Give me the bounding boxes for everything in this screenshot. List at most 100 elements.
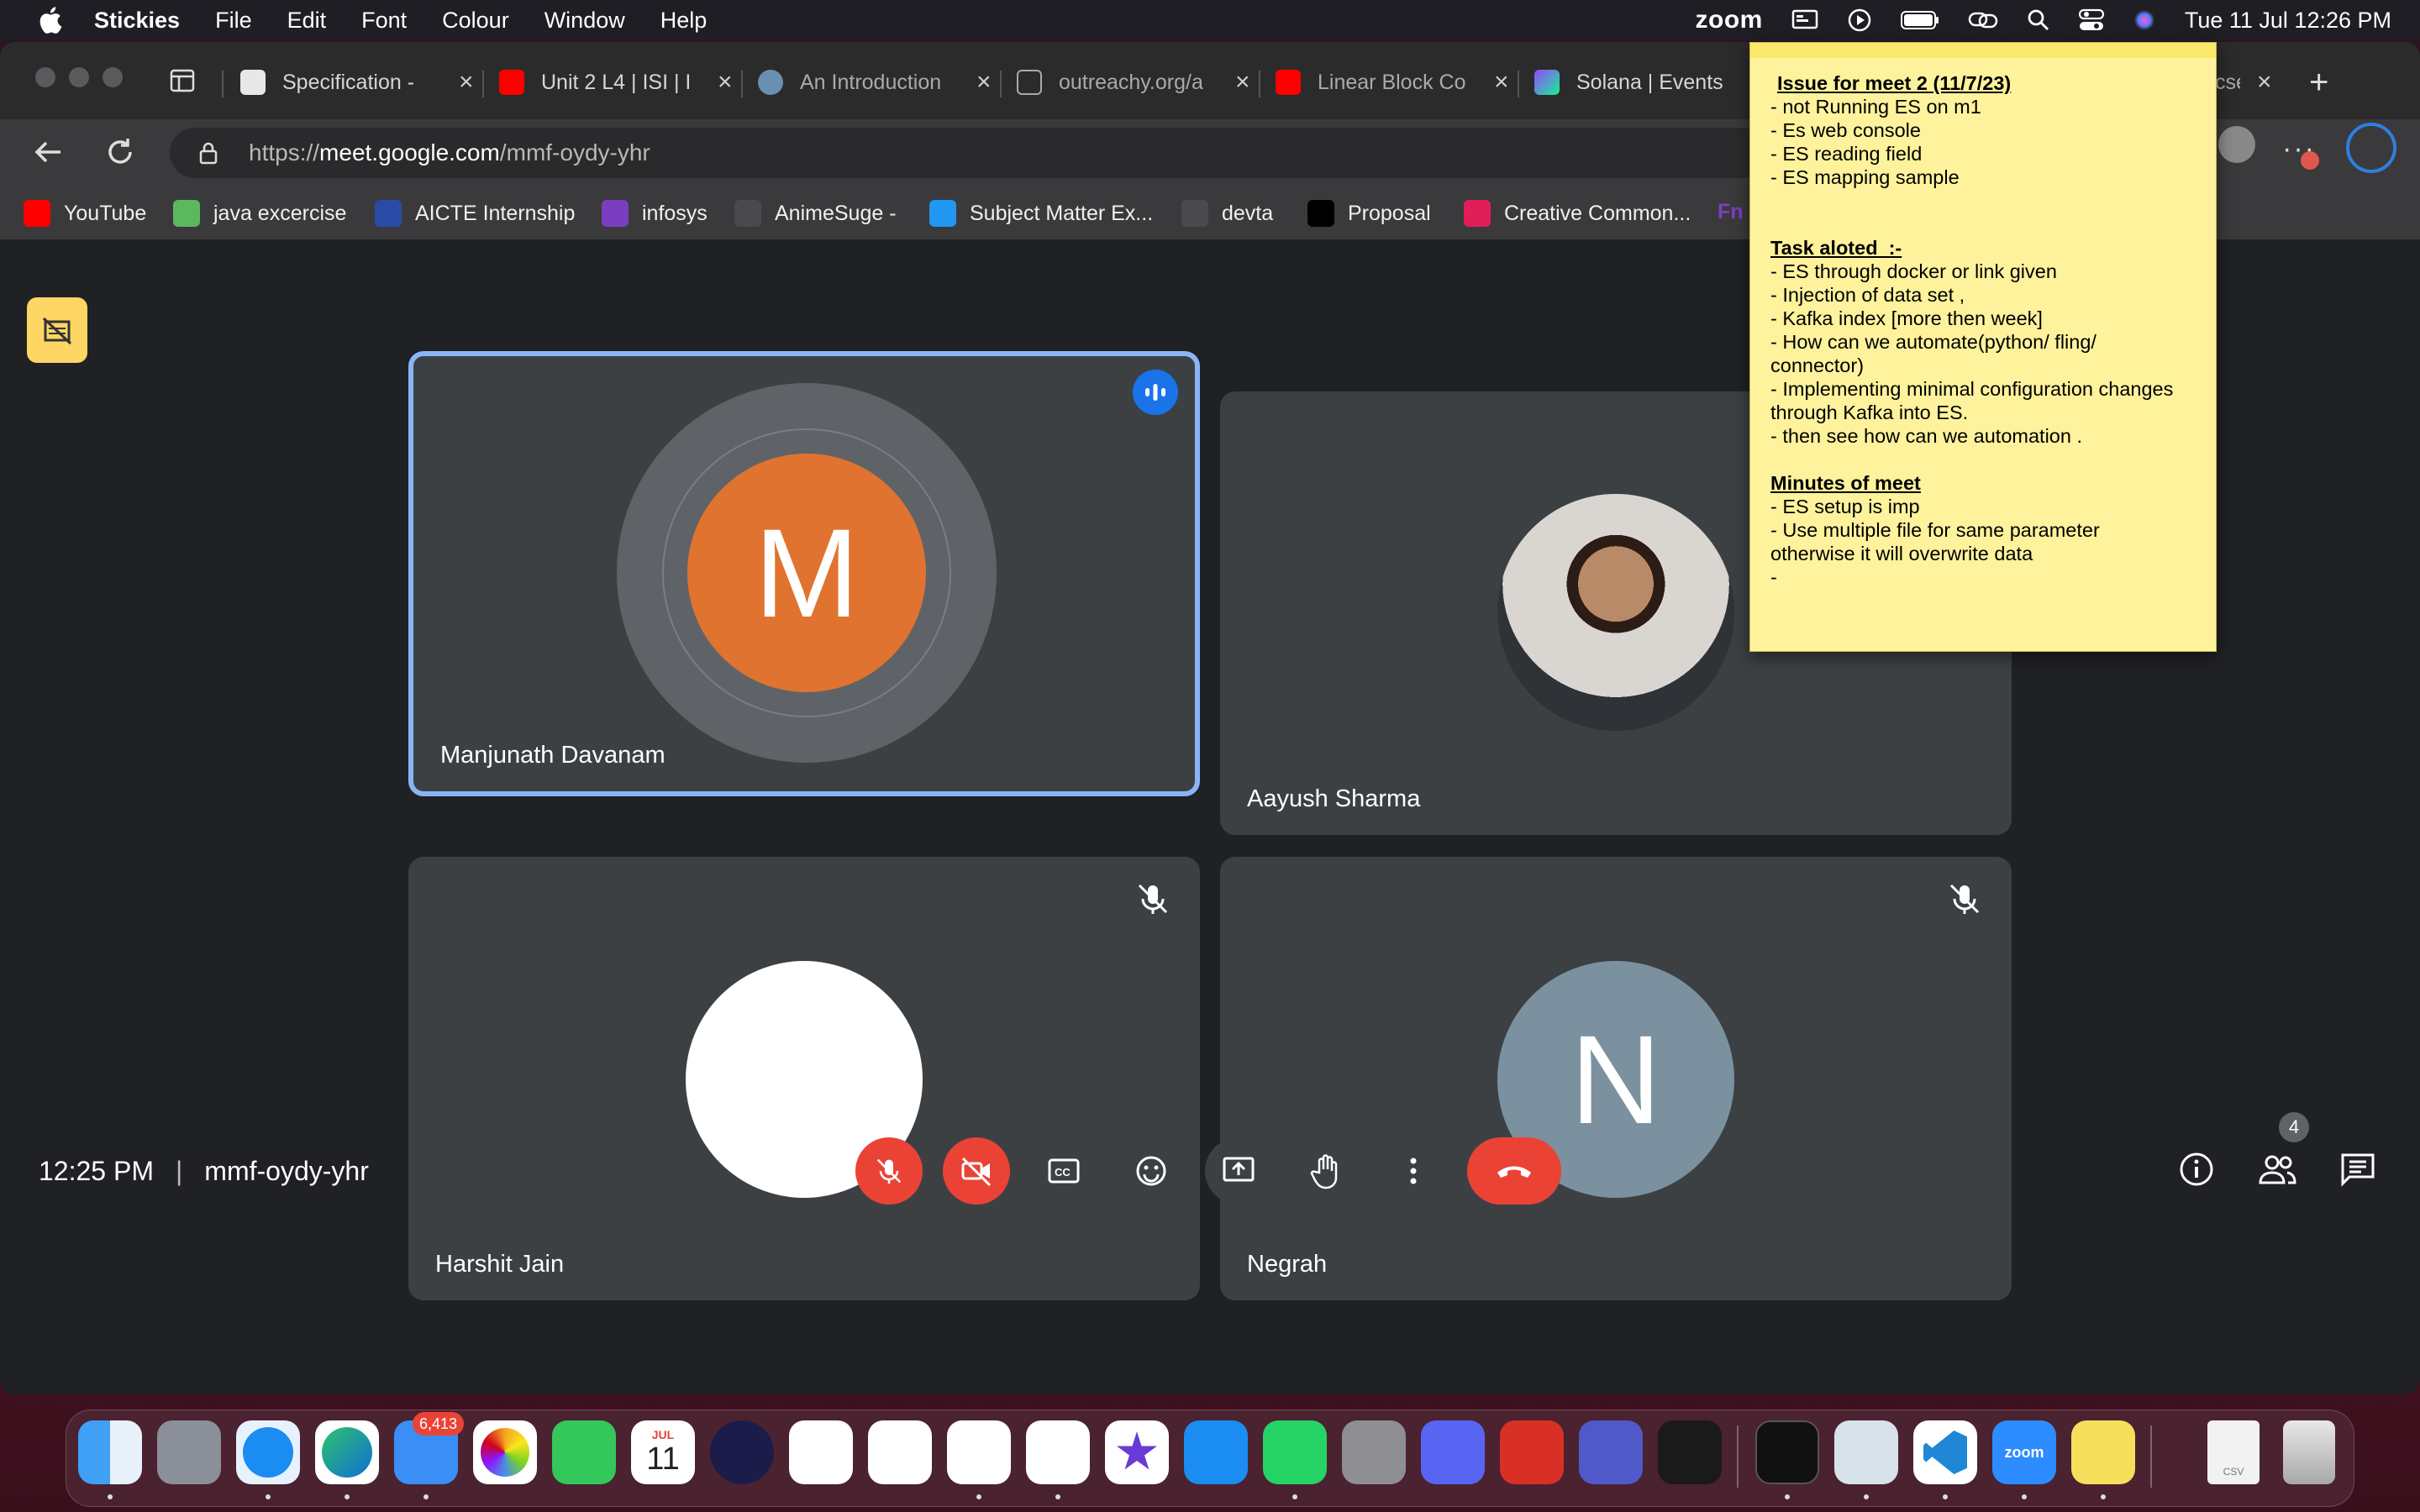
search-icon[interactable] <box>2027 8 2050 32</box>
bookmark-proposal[interactable]: Proposal <box>1307 200 1431 227</box>
meeting-details-icon[interactable] <box>2175 1147 2218 1191</box>
new-tab-icon[interactable]: + <box>2309 64 2328 102</box>
safari-icon[interactable] <box>236 1420 300 1484</box>
close-window-button[interactable] <box>35 67 55 87</box>
trash-icon[interactable] <box>2283 1420 2335 1484</box>
bookmark-creative-commons[interactable]: Creative Common... <box>1464 200 1691 227</box>
menu-app-name[interactable]: Stickies <box>94 8 180 34</box>
finder-icon[interactable] <box>78 1420 142 1484</box>
sidebar-toggle-icon[interactable] <box>170 69 195 92</box>
tab-close-icon[interactable]: × <box>459 68 474 97</box>
bookmark-devta[interactable]: devta <box>1181 200 1273 227</box>
menubar-clock[interactable]: Tue 11 Jul 12:26 PM <box>2185 8 2391 34</box>
participant-tile-negrah[interactable]: N Negrah <box>1220 857 2012 1300</box>
apple-menu-icon[interactable] <box>37 6 62 34</box>
tab-close-icon[interactable]: × <box>1235 68 1250 97</box>
menu-window[interactable]: Window <box>544 8 625 34</box>
menu-edit[interactable]: Edit <box>287 8 327 34</box>
eclipse-icon[interactable] <box>710 1420 774 1484</box>
system-settings-icon[interactable] <box>1342 1420 1406 1484</box>
raise-hand-button[interactable] <box>1292 1137 1360 1205</box>
mic-toggle-button[interactable] <box>855 1137 923 1205</box>
tab-linear-block[interactable]: Linear Block Co × <box>1276 59 1509 106</box>
zoom-status-item[interactable]: zoom <box>1696 6 1763 34</box>
terminal-icon[interactable] <box>1755 1420 1819 1484</box>
sticky-note[interactable]: Issue for meet 2 (11/7/23) - not Running… <box>1749 42 2217 652</box>
bookmark-youtube[interactable]: YouTube <box>24 200 146 227</box>
keynote-icon[interactable] <box>868 1420 932 1484</box>
tab-introduction[interactable]: An Introduction × <box>758 59 992 106</box>
menu-help[interactable]: Help <box>660 8 708 34</box>
sticky-title-bar[interactable] <box>1750 43 2216 58</box>
people-icon[interactable] <box>2255 1147 2299 1191</box>
tab-specification[interactable]: Specification - × <box>240 59 474 106</box>
photos-icon[interactable] <box>473 1420 537 1484</box>
edge-icon[interactable] <box>315 1420 379 1484</box>
bing-icon[interactable] <box>2346 123 2396 173</box>
running-indicator <box>976 1494 981 1499</box>
siri-icon[interactable] <box>2133 8 2156 32</box>
imovie-icon[interactable] <box>1105 1420 1169 1484</box>
tab-close-icon[interactable]: × <box>1494 68 1509 97</box>
whatsapp-icon[interactable] <box>1263 1420 1327 1484</box>
photo-booth-icon[interactable] <box>1500 1420 1564 1484</box>
csv-file-icon[interactable]: CSV <box>2207 1420 2260 1484</box>
sticky-task-item: connector) <box>1770 354 1865 376</box>
reload-icon[interactable] <box>104 136 136 172</box>
battery-icon[interactable] <box>1900 10 1939 30</box>
present-screen-button[interactable] <box>1205 1137 1272 1205</box>
participant-tile-harshit[interactable]: Harshit Jain <box>408 857 1200 1300</box>
activity-monitor-icon[interactable] <box>1658 1420 1722 1484</box>
chat-icon[interactable] <box>2336 1147 2380 1191</box>
captions-off-icon[interactable] <box>27 297 87 363</box>
reminders-icon[interactable] <box>789 1420 853 1484</box>
discord-icon[interactable] <box>1421 1420 1485 1484</box>
leave-call-button[interactable] <box>1467 1137 1561 1205</box>
tab-close-icon[interactable]: × <box>976 68 992 97</box>
preview-icon[interactable] <box>1834 1420 1898 1484</box>
menu-font[interactable]: Font <box>361 8 407 34</box>
tab-outreachy[interactable]: outreachy.org/a × <box>1017 59 1250 106</box>
pages-icon[interactable] <box>947 1420 1011 1484</box>
camera-toggle-button[interactable] <box>943 1137 1010 1205</box>
zoom-icon[interactable]: zoom <box>1992 1420 2056 1484</box>
url-input[interactable]: https://meet.google.com/mmf-oydy-yhr <box>170 128 1766 178</box>
tab-separator <box>482 71 484 97</box>
tab-solana[interactable]: Solana | Events <box>1534 59 1736 106</box>
teams-icon[interactable] <box>1579 1420 1643 1484</box>
profile-avatar[interactable] <box>2218 126 2255 163</box>
facetime-icon[interactable] <box>552 1420 616 1484</box>
back-arrow-icon[interactable] <box>32 136 64 172</box>
control-center-icon[interactable] <box>2078 8 2104 32</box>
tab-unit2[interactable]: Unit 2 L4 | ISI | I × <box>499 59 733 106</box>
bookmark-infosys[interactable]: infosys <box>602 200 708 227</box>
tab-cse[interactable]: cse × <box>2215 59 2272 106</box>
more-options-button[interactable] <box>1380 1137 1447 1205</box>
menu-file[interactable]: File <box>215 8 252 34</box>
display-icon[interactable] <box>1791 9 1818 31</box>
solana-icon <box>1534 70 1560 95</box>
captions-button[interactable]: CC <box>1030 1137 1097 1205</box>
app-store-icon[interactable] <box>1184 1420 1248 1484</box>
link-icon[interactable] <box>1968 8 1998 32</box>
tab-close-icon[interactable]: × <box>718 68 733 97</box>
bookmark-animesuge[interactable]: AnimeSuge - <box>734 200 897 227</box>
minimize-window-button[interactable] <box>69 67 89 87</box>
numbers-icon[interactable] <box>1026 1420 1090 1484</box>
tab-close-icon[interactable]: × <box>2257 68 2272 97</box>
play-icon[interactable] <box>1847 8 1872 33</box>
bookmark-java[interactable]: java excercise <box>173 200 346 227</box>
bookmark-subject-matter[interactable]: Subject Matter Ex... <box>929 200 1153 227</box>
mic-off-icon <box>1944 879 1985 919</box>
emoji-button[interactable] <box>1118 1137 1185 1205</box>
calendar-icon[interactable]: JUL 11 <box>631 1420 695 1484</box>
bookmark-aicte[interactable]: AICTE Internship <box>375 200 575 227</box>
tab-label: An Introduction <box>800 70 942 94</box>
stickies-icon[interactable] <box>2071 1420 2135 1484</box>
zoom-window-button[interactable] <box>103 67 123 87</box>
launchpad-icon[interactable] <box>157 1420 221 1484</box>
participant-tile-manjunath[interactable]: M Manjunath Davanam <box>408 351 1200 796</box>
vscode-icon[interactable] <box>1913 1420 1977 1484</box>
menu-colour[interactable]: Colour <box>442 8 509 34</box>
bookmark-fn[interactable]: Fn <box>1718 200 1744 224</box>
